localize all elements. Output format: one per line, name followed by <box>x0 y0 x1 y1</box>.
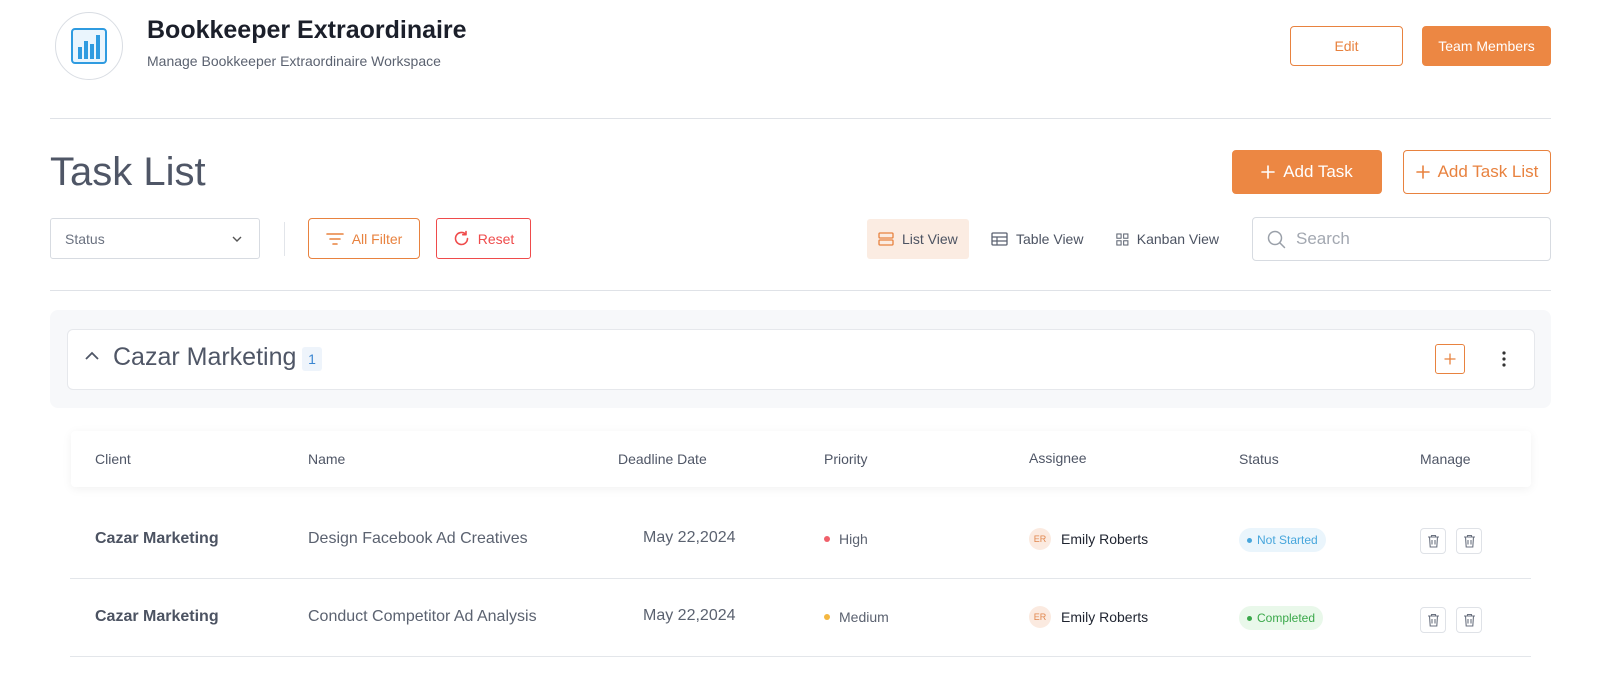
priority-dot <box>824 536 830 542</box>
status-badge: Completed <box>1239 606 1324 630</box>
row-priority: Medium <box>824 609 889 625</box>
delete-button[interactable] <box>1456 607 1482 633</box>
workspace-subtitle: Manage Bookkeeper Extraordinaire Workspa… <box>147 53 441 69</box>
delete-button[interactable] <box>1420 528 1446 554</box>
priority-dot <box>824 614 830 620</box>
header-divider <box>50 118 1551 119</box>
row-client: Cazar Marketing <box>95 608 219 625</box>
column-header-priority: Priority <box>824 451 868 467</box>
priority-label: High <box>839 531 868 547</box>
more-vertical-icon <box>1502 351 1506 367</box>
workspace-logo <box>55 12 123 80</box>
search-input[interactable] <box>1296 229 1536 249</box>
assignee-name: Emily Roberts <box>1061 609 1149 625</box>
row-deadline: May 22,2024 <box>643 529 736 546</box>
plus-icon <box>1444 353 1456 365</box>
task-group-name: Cazar Marketing <box>113 343 297 371</box>
column-header-deadline: Deadline Date <box>618 451 707 467</box>
chevron-up-icon <box>85 351 99 360</box>
column-header-name: Name <box>308 451 346 467</box>
priority-label: Medium <box>839 609 889 625</box>
avatar: ER <box>1029 606 1051 628</box>
row-assignee: ER Emily Roberts <box>1029 528 1148 550</box>
add-task-list-label: Add Task List <box>1437 162 1539 181</box>
status-badge: Not Started <box>1239 528 1326 552</box>
tab-kanban-view[interactable]: Kanban View <box>1105 219 1230 259</box>
all-filter-label: All Filter <box>351 230 403 247</box>
plus-icon <box>1261 165 1275 179</box>
tab-list-view[interactable]: List View <box>867 219 969 259</box>
status-label: Completed <box>1257 611 1316 625</box>
plus-icon <box>1415 165 1430 179</box>
delete-button[interactable] <box>1456 528 1482 554</box>
kanban-view-icon <box>1116 232 1129 246</box>
group-more-button[interactable] <box>1494 347 1514 371</box>
filter-divider <box>50 290 1551 291</box>
column-header-assignee: Assignee <box>1029 450 1087 466</box>
search-box[interactable] <box>1252 217 1551 261</box>
row-task-name[interactable]: Conduct Competitor Ad Analysis <box>308 608 537 626</box>
row-deadline: May 22,2024 <box>643 607 736 624</box>
status-dot <box>1247 537 1252 543</box>
column-header-manage: Manage <box>1420 451 1471 467</box>
avatar: ER <box>1029 528 1051 550</box>
row-divider <box>70 656 1531 657</box>
status-label: Not Started <box>1257 533 1318 547</box>
team-members-button[interactable]: Team Members <box>1422 26 1551 66</box>
list-view-icon <box>878 232 894 246</box>
delete-button[interactable] <box>1420 607 1446 633</box>
task-group-count: 1 <box>302 347 322 371</box>
row-task-name[interactable]: Design Facebook Ad Creatives <box>308 530 528 548</box>
search-icon <box>1267 230 1286 248</box>
column-header-client: Client <box>95 451 131 467</box>
status-dot <box>1247 615 1252 621</box>
trash-icon <box>1427 534 1439 548</box>
refresh-icon <box>454 230 469 246</box>
trash-icon <box>1463 613 1475 627</box>
assignee-name: Emily Roberts <box>1061 531 1149 547</box>
list-view-label: List View <box>902 231 958 247</box>
bar-chart-icon <box>71 28 107 64</box>
tab-table-view[interactable]: Table View <box>980 219 1095 259</box>
row-divider <box>70 578 1531 579</box>
reset-button[interactable]: Reset <box>436 218 531 259</box>
edit-button[interactable]: Edit <box>1290 26 1403 66</box>
status-dropdown-label: Status <box>65 230 105 247</box>
table-header <box>71 431 1531 487</box>
trash-icon <box>1463 534 1475 548</box>
chevron-down-icon <box>232 236 242 242</box>
add-task-list-button[interactable]: Add Task List <box>1403 150 1551 194</box>
collapse-group-toggle[interactable] <box>84 349 100 367</box>
table-view-icon <box>991 232 1008 246</box>
row-priority: High <box>824 531 868 547</box>
filter-icon <box>325 232 344 245</box>
row-client: Cazar Marketing <box>95 530 219 547</box>
status-dropdown[interactable]: Status <box>50 218 260 259</box>
add-task-button[interactable]: Add Task <box>1232 150 1382 194</box>
reset-label: Reset <box>477 230 515 247</box>
column-header-status: Status <box>1239 451 1279 467</box>
trash-icon <box>1427 613 1439 627</box>
kanban-view-label: Kanban View <box>1136 231 1219 247</box>
add-task-label: Add Task <box>1283 162 1353 181</box>
workspace-title: Bookkeeper Extraordinaire <box>147 16 467 44</box>
row-assignee: ER Emily Roberts <box>1029 606 1148 628</box>
all-filter-button[interactable]: All Filter <box>308 218 420 259</box>
table-view-label: Table View <box>1016 231 1084 247</box>
page-title: Task List <box>50 150 206 194</box>
filter-separator <box>284 222 285 256</box>
group-add-task-button[interactable] <box>1435 344 1465 374</box>
